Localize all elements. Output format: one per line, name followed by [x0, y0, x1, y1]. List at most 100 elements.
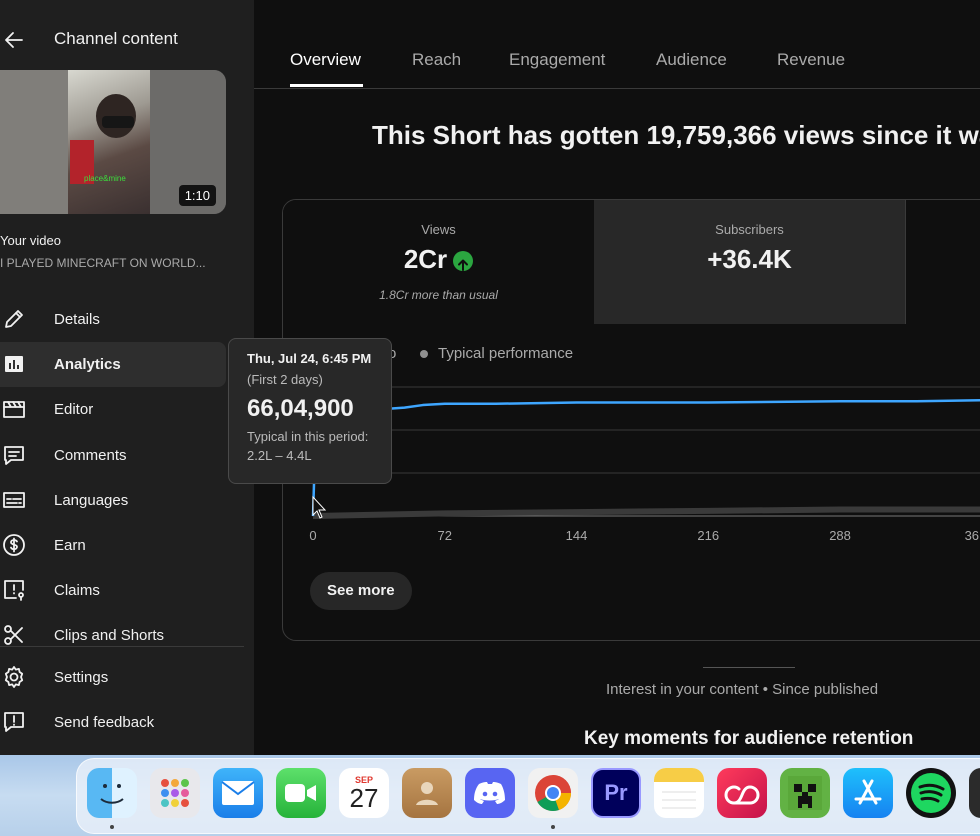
tooltip-value: 66,04,900 [247, 395, 354, 422]
sidebar-item-label: Comments [54, 446, 127, 464]
premiere-icon[interactable]: Pr [591, 768, 641, 818]
views-note: 1.8Cr more than usual [379, 288, 498, 302]
sidebar-item-settings[interactable]: Settings [0, 655, 254, 700]
dollar-icon [2, 533, 26, 557]
subscribers-metric-tab[interactable]: Subscribers +36.4K [594, 200, 906, 324]
comment-icon [2, 443, 26, 467]
active-tab-indicator [290, 84, 363, 87]
section-divider [703, 667, 795, 668]
tooltip-date: Thu, Jul 24, 6:45 PM [247, 351, 372, 366]
sidebar-item-earn[interactable]: Earn [0, 523, 254, 568]
video-title[interactable]: I PLAYED MINECRAFT ON WORLD... [0, 256, 206, 270]
notes-icon[interactable] [654, 768, 704, 818]
gear-icon [2, 665, 26, 689]
sidebar-item-languages[interactable]: Languages [0, 478, 254, 523]
tab-engagement[interactable]: Engagement [509, 50, 605, 70]
tooltip-typical-label: Typical in this period: [247, 429, 369, 444]
creative-cloud-icon[interactable] [717, 768, 767, 818]
thumbnail-mask [102, 116, 134, 128]
subscribers-label: Subscribers [715, 222, 784, 237]
launchpad-icon[interactable] [150, 768, 200, 818]
scissors-icon [2, 623, 26, 647]
tooltip-typical-range: 2.2L – 4.4L [247, 448, 312, 463]
your-video-label: Your video [0, 233, 61, 248]
subtitles-icon [2, 488, 26, 512]
tab-reach[interactable]: Reach [412, 50, 461, 70]
sidebar-bottom-nav: Settings Send feedback [0, 655, 254, 745]
analytics-icon [2, 352, 26, 376]
sidebar-item-label: Send feedback [54, 714, 155, 732]
chart-tooltip: Thu, Jul 24, 6:45 PM (First 2 days) 66,0… [228, 338, 392, 484]
video-thumbnail[interactable]: place&mine 1:10 [0, 70, 226, 214]
minecraft-icon[interactable] [780, 768, 830, 818]
terminal-icon[interactable] [969, 768, 980, 818]
tabs-divider [254, 88, 980, 89]
legend-typical-label: Typical performance [438, 345, 574, 362]
x-tick-label: 288 [829, 528, 851, 543]
duration-badge: 1:10 [178, 185, 216, 206]
legend-dot [420, 350, 428, 359]
sidebar-divider [0, 646, 244, 647]
see-more-button[interactable]: See more [310, 572, 412, 610]
x-tick-label: 36 [965, 528, 979, 543]
tab-overview[interactable]: Overview [290, 50, 361, 70]
sidebar: Channel content place&mine 1:10 Your vid… [0, 0, 254, 760]
sidebar-nav: Details Analytics Editor Comments Langua… [0, 297, 254, 659]
views-value-text: 2Cr [403, 244, 448, 274]
tab-audience[interactable]: Audience [656, 50, 727, 70]
sidebar-header: Channel content [0, 18, 254, 60]
mail-icon[interactable] [213, 768, 263, 818]
legend-typical-performance: Typical performance [420, 345, 573, 362]
sidebar-item-claims[interactable]: Claims [0, 568, 254, 613]
calendar-icon[interactable]: SEP 27 [339, 768, 389, 818]
discord-icon[interactable] [465, 768, 515, 818]
sidebar-item-label: Analytics [54, 356, 121, 374]
clapper-icon [2, 397, 26, 421]
thumbnail-caption: place&mine [84, 174, 126, 183]
tooltip-period: (First 2 days) [247, 372, 323, 387]
typical-performance-line [312, 506, 980, 519]
macos-dock: SEP 27 Pr [76, 758, 980, 834]
page-headline: This Short has gotten 19,759,366 views s… [372, 120, 980, 150]
sidebar-item-label: Editor [54, 401, 94, 419]
x-tick-label: 144 [566, 528, 588, 543]
back-arrow-icon[interactable] [2, 28, 26, 52]
sidebar-item-comments[interactable]: Comments [0, 433, 254, 478]
sidebar-item-analytics[interactable]: Analytics [0, 342, 226, 388]
key-moments-title: Key moments for audience retention [584, 728, 914, 749]
views-metric-tab[interactable]: Views 2Cr 1.8Cr more than usual [283, 200, 594, 324]
app-store-icon[interactable] [843, 768, 893, 818]
tab-revenue[interactable]: Revenue [777, 50, 845, 70]
x-tick-label: 72 [438, 528, 452, 543]
x-tick-label: 216 [697, 528, 719, 543]
spotify-icon[interactable] [906, 768, 956, 818]
x-tick-label: 0 [309, 528, 316, 543]
views-series-line [311, 399, 980, 517]
subscribers-value: +36.4K [707, 244, 792, 274]
sidebar-item-label: Details [54, 311, 100, 328]
sidebar-item-send-feedback[interactable]: Send feedback [0, 700, 254, 745]
finder-icon[interactable] [87, 768, 137, 818]
facetime-icon[interactable] [276, 768, 326, 818]
sidebar-item-label: Claims [54, 582, 100, 600]
sidebar-item-details[interactable]: Details [0, 297, 254, 342]
claims-icon [2, 578, 26, 602]
pencil-icon [2, 307, 26, 331]
thumbnail-bg-left [0, 70, 68, 214]
sidebar-item-editor[interactable]: Editor [0, 387, 254, 432]
views-label: Views [421, 222, 456, 237]
arrow-up-icon [453, 251, 474, 272]
feedback-icon [2, 710, 26, 734]
views-value: 2Cr [283, 244, 594, 275]
sidebar-item-label: Clips and Shorts [54, 627, 165, 645]
sidebar-item-label: Languages [54, 491, 129, 509]
interest-subtitle: Interest in your content • Since publish… [606, 681, 879, 698]
contacts-icon[interactable] [402, 768, 452, 818]
finder-running-indicator [110, 825, 114, 829]
chrome-running-indicator [551, 825, 555, 829]
sidebar-item-label: Settings [54, 669, 109, 686]
sidebar-title: Channel content [54, 29, 178, 48]
calendar-day: 27 [349, 783, 379, 813]
chrome-icon[interactable] [528, 768, 578, 818]
sidebar-item-clips-and-shorts[interactable]: Clips and Shorts [0, 613, 254, 658]
